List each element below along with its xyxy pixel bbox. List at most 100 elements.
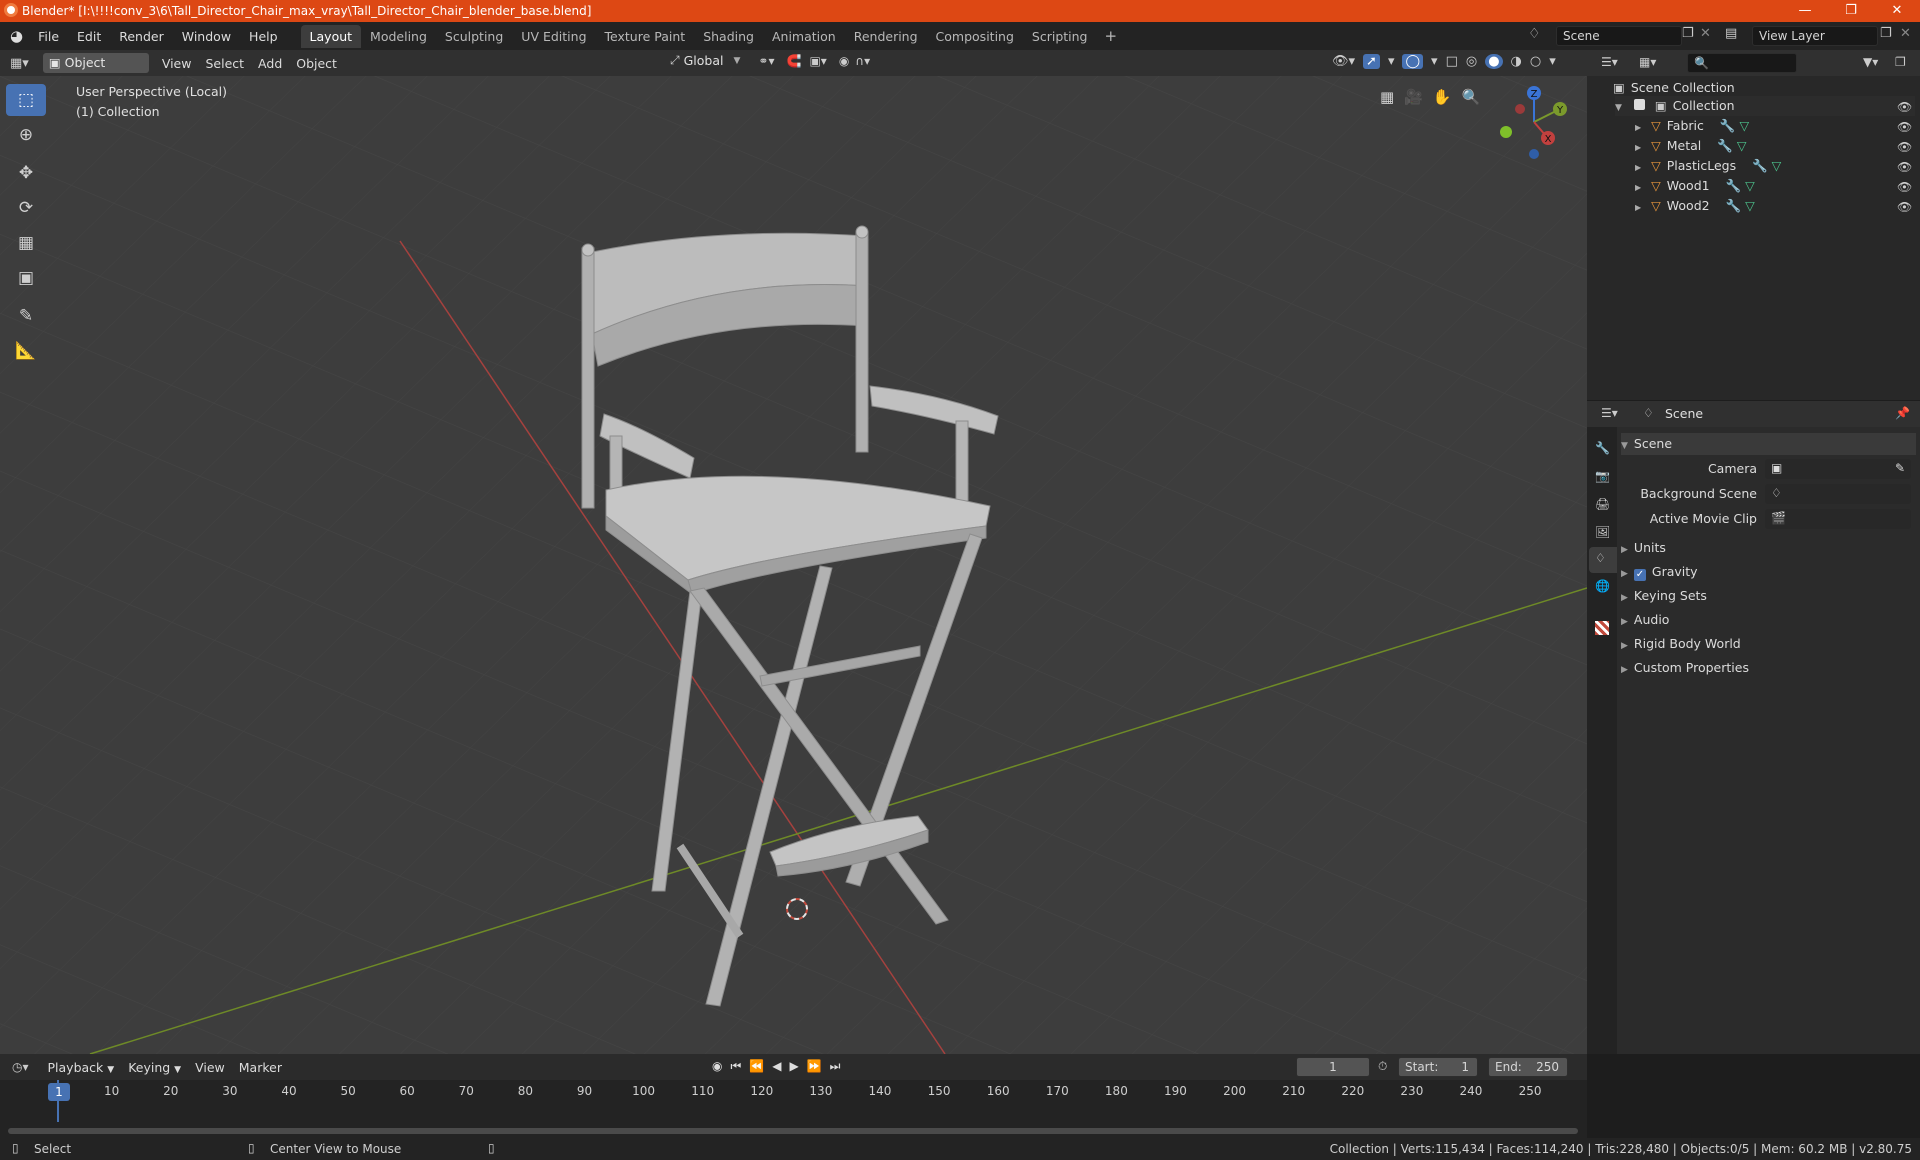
menu-playback[interactable]: Playback ▼ bbox=[41, 1060, 122, 1075]
mesh-data-icon[interactable]: ▽ bbox=[1745, 178, 1755, 193]
stopwatch-icon[interactable]: ⏱ bbox=[1378, 1059, 1387, 1074]
outliner-collection[interactable]: ▼ ▣ Collection bbox=[1615, 96, 1915, 116]
eye-icon[interactable]: 👁 bbox=[1897, 160, 1912, 174]
tool-tab-icon[interactable]: 🔧 bbox=[1595, 441, 1610, 455]
modifier-icon[interactable]: 🔧 bbox=[1752, 158, 1768, 173]
close-icon[interactable]: ✕ bbox=[1874, 0, 1920, 22]
blender-menu-icon[interactable]: ◕ bbox=[10, 27, 23, 45]
material-shading-icon[interactable]: ◑ bbox=[1511, 54, 1522, 69]
gizmo-dropdown-icon[interactable]: ▾ bbox=[1388, 54, 1395, 69]
new-view-layer-icon[interactable]: ❐ bbox=[1880, 26, 1892, 41]
editor-type-icon[interactable]: ☰▾ bbox=[1601, 406, 1618, 420]
menu-render[interactable]: Render bbox=[110, 29, 173, 44]
outliner-object-wood2[interactable]: ▶ ▽ Wood2 🔧 ▽ bbox=[1635, 196, 1755, 216]
jump-end-icon[interactable]: ⏭ bbox=[830, 1059, 841, 1074]
editor-type-icon[interactable]: ☰▾ bbox=[1601, 55, 1618, 69]
collapse-icon[interactable]: ▼ bbox=[1615, 103, 1622, 113]
outliner-object-plasticlegs[interactable]: ▶ ▽ PlasticLegs 🔧 ▽ bbox=[1635, 156, 1781, 176]
eye-icon[interactable]: 👁 bbox=[1897, 120, 1912, 134]
eye-icon[interactable]: 👁 bbox=[1897, 200, 1912, 214]
transform-tool-icon[interactable]: ▣ bbox=[6, 262, 46, 294]
editor-type-icon[interactable]: ▦▾ bbox=[10, 56, 29, 71]
filter-icon[interactable]: ▼▾ bbox=[1863, 55, 1878, 69]
outliner-object-fabric[interactable]: ▶ ▽ Fabric 🔧 ▽ bbox=[1635, 116, 1749, 136]
modifier-icon[interactable]: 🔧 bbox=[1726, 178, 1742, 193]
new-collection-icon[interactable]: ❐ bbox=[1895, 55, 1906, 69]
scene-tab-active[interactable]: ♢ bbox=[1589, 547, 1617, 573]
menu-help[interactable]: Help bbox=[240, 29, 287, 44]
render-tab-icon[interactable]: 📷 bbox=[1595, 469, 1610, 483]
menu-file[interactable]: File bbox=[29, 29, 68, 44]
panel-gravity[interactable]: ▶ ✓ Gravity bbox=[1621, 561, 1916, 583]
tab-compositing[interactable]: Compositing bbox=[927, 25, 1023, 48]
eyedropper-icon[interactable]: ✎ bbox=[1895, 461, 1905, 475]
delete-view-layer-icon[interactable]: ✕ bbox=[1900, 26, 1911, 41]
expand-icon[interactable]: ▶ bbox=[1635, 143, 1641, 152]
navigation-gizmo[interactable]: Z Y X bbox=[1494, 82, 1574, 162]
minimize-icon[interactable]: — bbox=[1782, 0, 1828, 22]
overlays-dropdown-icon[interactable]: ▾ bbox=[1431, 54, 1438, 69]
world-tab-icon[interactable]: 🌐 bbox=[1595, 579, 1610, 593]
gravity-checkbox-icon[interactable]: ✓ bbox=[1633, 569, 1646, 581]
pivot-point-icon[interactable]: ⚭▾ bbox=[758, 54, 774, 68]
tab-modeling[interactable]: Modeling bbox=[361, 25, 436, 48]
panel-rigid-body-world[interactable]: ▶ Rigid Body World bbox=[1621, 633, 1916, 655]
modifier-icon[interactable]: 🔧 bbox=[1720, 118, 1736, 133]
view-layer-browse-icon[interactable]: ▤ bbox=[1725, 26, 1737, 41]
tab-layout[interactable]: Layout bbox=[300, 24, 362, 48]
camera-field[interactable]: ▣ ✎ bbox=[1765, 459, 1911, 479]
jump-start-icon[interactable]: ⏮ bbox=[730, 1059, 741, 1074]
outliner-search-input[interactable]: 🔍 bbox=[1687, 53, 1797, 73]
menu-timeline-view[interactable]: View bbox=[188, 1060, 232, 1075]
background-scene-field[interactable]: ♢ bbox=[1765, 484, 1911, 504]
move-tool-icon[interactable]: ✥ bbox=[6, 157, 46, 189]
outliner-scene-collection[interactable]: ▣ Scene Collection bbox=[1613, 78, 1735, 98]
menu-add[interactable]: Add bbox=[251, 56, 289, 71]
menu-object[interactable]: Object bbox=[289, 56, 344, 71]
mesh-data-icon[interactable]: ▽ bbox=[1737, 138, 1747, 153]
current-frame-field[interactable]: 1 bbox=[1296, 1057, 1370, 1077]
end-frame-field[interactable]: End: 250 bbox=[1488, 1057, 1568, 1077]
start-frame-field[interactable]: Start: 1 bbox=[1398, 1057, 1478, 1077]
pin-icon[interactable]: 📌 bbox=[1895, 406, 1910, 420]
view-layer-tab-icon[interactable]: 🖼 bbox=[1595, 525, 1610, 539]
visibility-icon[interactable]: 👁▾ bbox=[1332, 54, 1355, 69]
tab-sculpting[interactable]: Sculpting bbox=[436, 25, 512, 48]
wireframe-shading-icon[interactable]: ◎ bbox=[1466, 54, 1477, 69]
falloff-icon[interactable]: ∩▾ bbox=[855, 54, 870, 68]
overlays-icon[interactable]: ◯ bbox=[1402, 54, 1424, 69]
shading-dropdown-icon[interactable]: ▾ bbox=[1549, 54, 1556, 69]
expand-icon[interactable]: ▶ bbox=[1635, 163, 1641, 172]
camera-view-icon[interactable]: 🎥 bbox=[1404, 88, 1423, 106]
active-movie-clip-field[interactable]: 🎬 bbox=[1765, 509, 1911, 529]
mode-dropdown[interactable]: ▣Object Mode▼ bbox=[42, 53, 149, 90]
view-layer-field[interactable]: View Layer bbox=[1752, 26, 1878, 46]
rendered-shading-icon[interactable]: ○ bbox=[1530, 54, 1541, 69]
tab-rendering[interactable]: Rendering bbox=[845, 25, 927, 48]
panel-custom-properties[interactable]: ▶ Custom Properties bbox=[1621, 657, 1916, 679]
panel-keying-sets[interactable]: ▶ Keying Sets bbox=[1621, 585, 1916, 607]
mesh-data-icon[interactable]: ▽ bbox=[1739, 118, 1749, 133]
delete-scene-icon[interactable]: ✕ bbox=[1700, 26, 1711, 41]
texture-tab-icon[interactable] bbox=[1595, 621, 1609, 635]
snap-target-icon[interactable]: ▣▾ bbox=[809, 54, 826, 68]
expand-icon[interactable]: ▶ bbox=[1635, 123, 1641, 132]
play-icon[interactable]: ▶ bbox=[789, 1059, 798, 1074]
solid-shading-icon[interactable]: ● bbox=[1485, 54, 1503, 69]
record-icon[interactable]: ◉ bbox=[712, 1059, 722, 1074]
output-tab-icon[interactable]: 🖨 bbox=[1595, 497, 1610, 511]
tab-animation[interactable]: Animation bbox=[763, 25, 845, 48]
eye-icon[interactable]: 👁 bbox=[1897, 100, 1912, 114]
menu-view[interactable]: View bbox=[155, 56, 199, 71]
transform-orientation[interactable]: Global bbox=[684, 53, 724, 68]
panel-audio[interactable]: ▶ Audio bbox=[1621, 609, 1916, 631]
timeline-scrollbar[interactable] bbox=[8, 1128, 1578, 1134]
xray-icon[interactable]: □ bbox=[1446, 54, 1458, 69]
display-mode-icon[interactable]: ▦▾ bbox=[1639, 55, 1656, 69]
restore-icon[interactable]: ❐ bbox=[1828, 0, 1874, 22]
mesh-data-icon[interactable]: ▽ bbox=[1772, 158, 1782, 173]
rotate-tool-icon[interactable]: ⟳ bbox=[6, 192, 46, 224]
menu-select[interactable]: Select bbox=[198, 56, 251, 71]
scale-tool-icon[interactable]: ▦ bbox=[6, 227, 46, 259]
panel-scene[interactable]: ▼ Scene bbox=[1621, 433, 1916, 455]
